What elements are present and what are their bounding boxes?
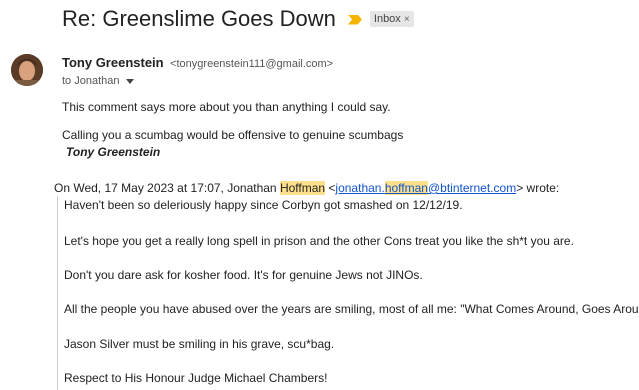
importance-marker-icon[interactable] [347, 14, 362, 25]
email-subject: Re: Greenslime Goes Down [62, 6, 336, 31]
sender-name[interactable]: Tony Greenstein [62, 55, 164, 70]
body-line-1: This comment says more about you than an… [62, 100, 391, 114]
quote-highlight-name: Hoffman [279, 181, 326, 195]
quote-line-4: All the people you have abused over the … [64, 302, 639, 316]
recipients-text: to Jonathan [62, 75, 120, 87]
quote-attribution-mid: < [325, 181, 336, 195]
inbox-label-text: Inbox [373, 13, 401, 25]
quoted-email-part2: @btinternet.com [427, 181, 517, 195]
quoted-email-highlight: hoffman [384, 181, 428, 195]
inbox-label-chip[interactable]: Inbox × [369, 11, 414, 27]
quote-line-2: Let's hope you get a really long spell i… [64, 234, 574, 248]
sender-avatar[interactable] [11, 54, 43, 86]
quote-line-6: Respect to His Honour Judge Michael Cham… [64, 371, 328, 385]
quoted-email-part1: jonathan. [335, 181, 385, 195]
subject-row: Re: Greenslime Goes Down Inbox × [62, 6, 414, 32]
quote-attribution-prefix: On Wed, 17 May 2023 at 17:07, Jonathan [54, 181, 280, 195]
quote-attribution: On Wed, 17 May 2023 at 17:07, Jonathan H… [54, 181, 559, 195]
remove-label-icon[interactable]: × [404, 14, 410, 25]
quote-line-3: Don't you dare ask for kosher food. It's… [64, 268, 423, 282]
quote-line-1: Haven't been so deleriously happy since … [64, 198, 463, 212]
signature: Tony Greenstein [66, 145, 161, 159]
body-line-2: Calling you a scumbag would be offensive… [62, 128, 404, 142]
show-details-caret-icon[interactable] [125, 78, 134, 84]
quote-attribution-suffix: > wrote: [516, 181, 560, 195]
quote-line-5: Jason Silver must be smiling in his grav… [64, 337, 335, 351]
sender-email: <tonygreenstein111@gmail.com> [170, 58, 334, 70]
sender-row: Tony Greenstein <tonygreenstein111@gmail… [62, 54, 333, 72]
recipients-row[interactable]: to Jonathan [62, 75, 134, 87]
quoted-email-link[interactable]: jonathan.hoffman@btinternet.com [335, 181, 516, 195]
quote-border [57, 196, 58, 390]
